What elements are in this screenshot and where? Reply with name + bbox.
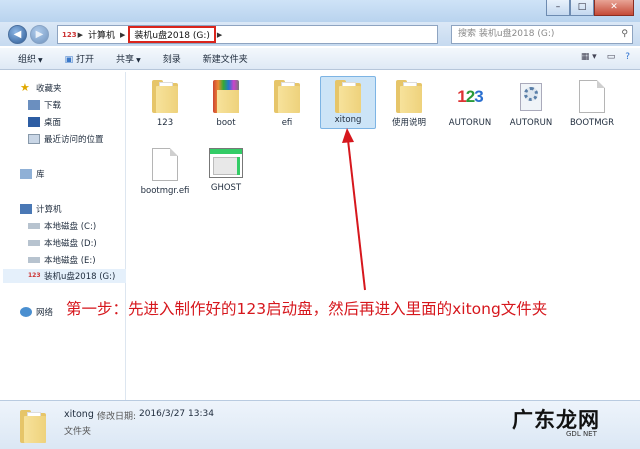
instruction-annotation: 第一步：先进入制作好的123启动盘，然后再进入里面的xitong文件夹	[66, 300, 548, 318]
watermark-subtext: GDL NET	[566, 430, 597, 438]
folder-icon	[20, 410, 46, 443]
modified-label: 修改日期:	[97, 412, 137, 422]
selected-name: xitong	[64, 409, 94, 420]
item-type: 文件夹	[64, 427, 92, 437]
annotation-arrow	[342, 128, 366, 291]
watermark: 广东龙网 GDL NET	[508, 400, 638, 448]
modified-value: 2016/3/27 13:34	[139, 409, 214, 419]
